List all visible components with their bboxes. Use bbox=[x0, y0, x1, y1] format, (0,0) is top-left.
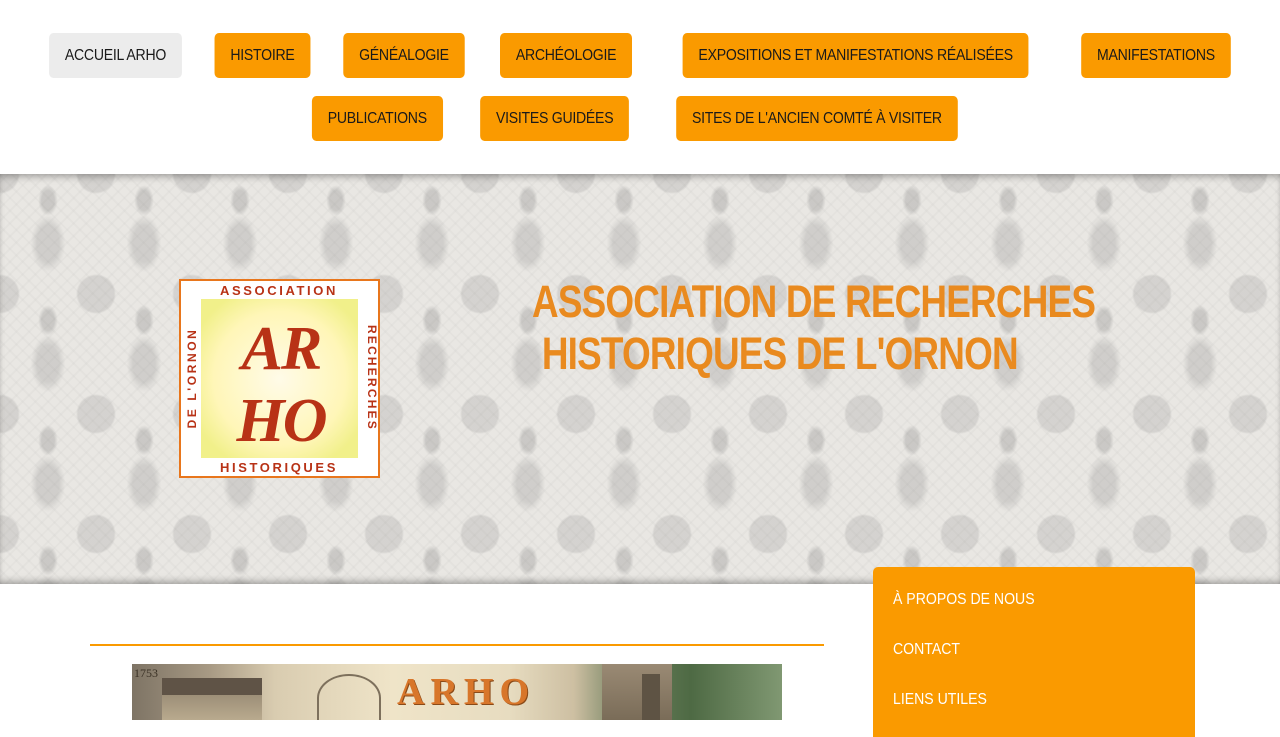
main-navigation: ACCUEIL ARHO HISTOIRE GÉNÉALOGIE ARCHÉOL… bbox=[0, 0, 1280, 174]
sidebar-item-a-propos[interactable]: À PROPOS DE NOUS bbox=[893, 591, 1035, 609]
logo-monogram-bottom: HO bbox=[236, 387, 327, 455]
nav-item-histoire[interactable]: HISTOIRE bbox=[214, 33, 311, 78]
logo-top-text: ASSOCIATION bbox=[220, 283, 338, 298]
logo-right-text: RECHERCHES bbox=[365, 325, 378, 431]
sidebar-item-contact[interactable]: CONTACT bbox=[893, 641, 960, 659]
nav-item-visites-guidees[interactable]: VISITES GUIDÉES bbox=[479, 96, 629, 141]
nav-item-sites-ancien-comte[interactable]: SITES DE L'ANCIEN COMTÉ À VISITER bbox=[676, 96, 958, 141]
nav-row-1: ACCUEIL ARHO HISTOIRE GÉNÉALOGIE ARCHÉOL… bbox=[0, 33, 1280, 78]
logo-left-text: DE L'ORNON bbox=[185, 328, 199, 429]
site-title-line-1: ASSOCIATION DE RECHERCHES bbox=[532, 276, 1096, 327]
hero-date: 1753 bbox=[134, 666, 158, 680]
sidebar-menu: À PROPOS DE NOUS CONTACT LIENS UTILES bbox=[873, 567, 1195, 737]
header-banner: ASSOCIATION HISTORIQUES RECHERCHES DE L'… bbox=[0, 174, 1280, 584]
hero-house-illustration bbox=[162, 678, 262, 720]
hero-title: ARHO bbox=[397, 671, 535, 713]
nav-item-archeologie[interactable]: ARCHÉOLOGIE bbox=[500, 33, 633, 78]
site-logo[interactable]: ASSOCIATION HISTORIQUES RECHERCHES DE L'… bbox=[179, 279, 380, 478]
nav-item-publications[interactable]: PUBLICATIONS bbox=[312, 96, 443, 141]
logo-monogram-top: AR bbox=[238, 315, 321, 383]
logo-graphic: ASSOCIATION HISTORIQUES RECHERCHES DE L'… bbox=[181, 281, 378, 476]
nav-row-2: PUBLICATIONS VISITES GUIDÉES SITES DE L'… bbox=[0, 96, 1280, 141]
hero-church-tower bbox=[602, 664, 672, 720]
nav-item-manifestations[interactable]: MANIFESTATIONS bbox=[1080, 33, 1231, 78]
logo-bottom-text: HISTORIQUES bbox=[220, 460, 338, 475]
sidebar-item-liens-utiles[interactable]: LIENS UTILES bbox=[893, 691, 987, 709]
hero-seal-illustration bbox=[317, 674, 381, 720]
nav-item-genealogie[interactable]: GÉNÉALOGIE bbox=[343, 33, 465, 78]
site-title-line-2: HISTORIQUES DE L'ORNON bbox=[541, 328, 1019, 379]
nav-item-expositions[interactable]: EXPOSITIONS ET MANIFESTATIONS RÉALISÉES bbox=[682, 33, 1030, 78]
hero-church-tower-detail bbox=[642, 674, 660, 720]
site-title: ASSOCIATION DE RECHERCHES HISTORIQUES DE… bbox=[532, 276, 1096, 380]
content-divider bbox=[90, 644, 824, 646]
hero-image: 1753 ARHO bbox=[132, 664, 782, 720]
nav-item-accueil-arho[interactable]: ACCUEIL ARHO bbox=[48, 33, 182, 78]
